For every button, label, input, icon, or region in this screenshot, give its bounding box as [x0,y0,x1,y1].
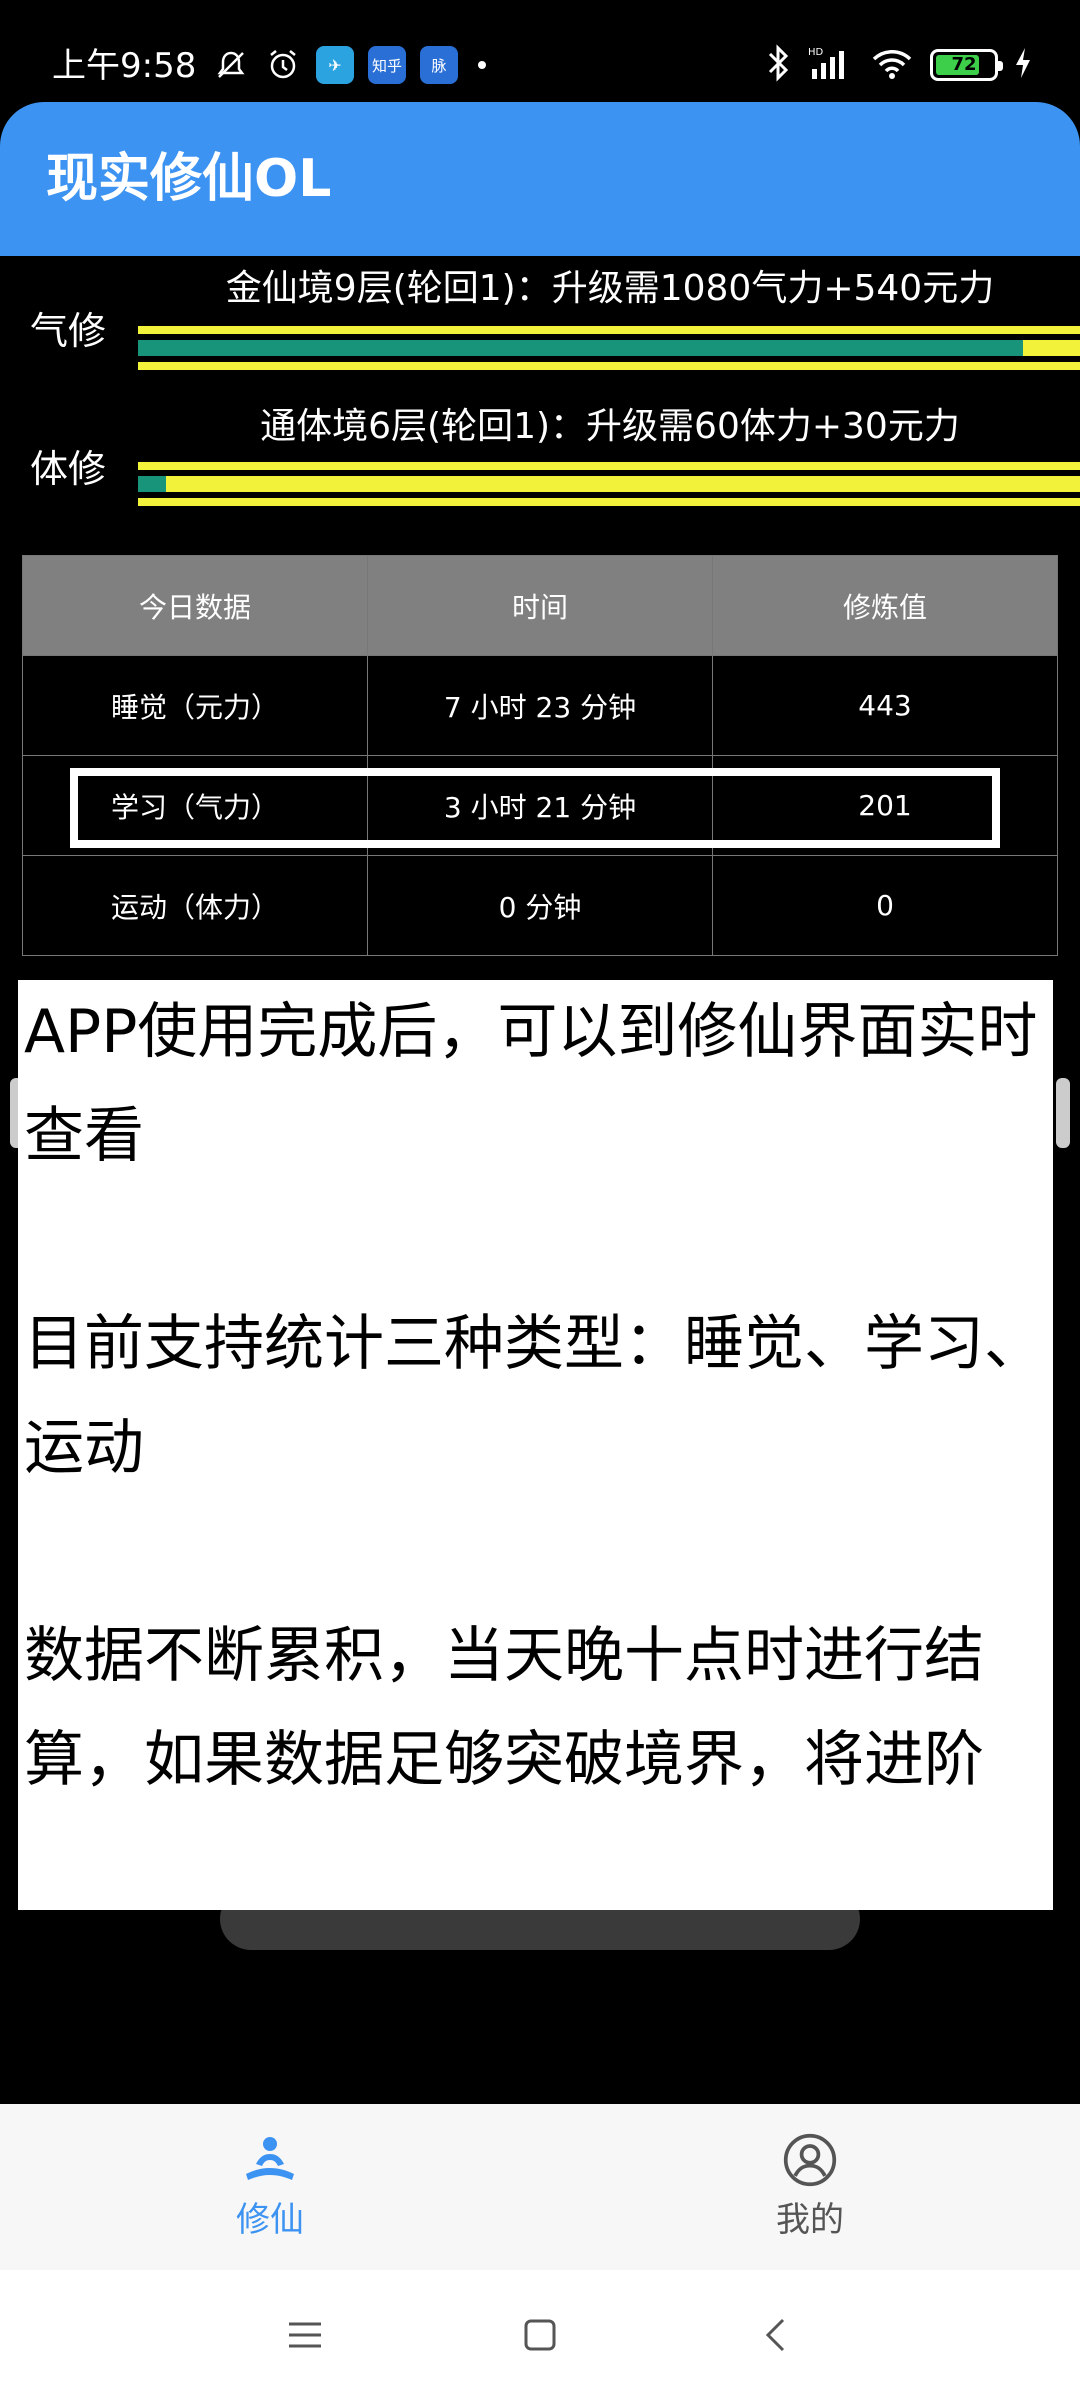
nav-item-cultivate[interactable]: 修仙 [0,2104,540,2270]
profile-icon [782,2132,838,2188]
menu-icon [289,2322,321,2348]
table-cell: 3 小时 21 分钟 [367,755,713,856]
meditation-icon [242,2132,298,2188]
info-paragraph: 目前支持统计三种类型：睡觉、学习、运动 [24,1309,1044,1483]
telegram-icon: ✈ [316,46,354,84]
status-left-icons: ✈ 知乎 脉 [212,46,486,84]
body-cultivation-row: 通体境6层(轮回1)：升级需60体力+30元力 体修 [0,400,1080,530]
table-row: 学习（气力） 3 小时 21 分钟 201 [22,755,1058,856]
body-progress-fill [138,476,167,492]
status-right-icons: HD 72 [766,44,1032,86]
table-cell: 0 分钟 [367,855,713,956]
bottom-nav: 修仙 我的 [0,2104,1080,2270]
svg-text:HD: HD [808,47,824,58]
app-bar: 现实修仙OL [0,102,1080,256]
today-data-table: 今日数据 时间 修炼值 睡觉（元力） 7 小时 23 分钟 443 学习（气力）… [22,555,1058,956]
alarm-icon [264,46,302,84]
bluetooth-icon [766,44,792,86]
table-cell: 学习（气力） [22,755,368,856]
nav-label-cultivate: 修仙 [236,2200,304,2240]
mute-icon [212,46,250,84]
back-button[interactable] [745,2305,805,2365]
info-paragraph: 数据不断累积，当天晚十点时进行结算，如果数据足够突破境界，将进阶 [24,1621,984,1795]
table-header-row: 今日数据 时间 修炼值 [22,555,1058,656]
table-row: 睡觉（元力） 7 小时 23 分钟 443 [22,655,1058,756]
status-time: 上午9:58 [52,46,197,86]
info-paragraph: APP使用完成后，可以到修仙界面实时查看 [24,997,1038,1171]
table-cell: 443 [712,655,1058,756]
table-header: 时间 [367,555,713,656]
status-bar: 上午9:58 ✈ 知乎 脉 HD 72 [0,0,1080,100]
nav-label-mine: 我的 [776,2200,844,2240]
system-nav-bar [0,2270,1080,2400]
info-panel[interactable]: APP使用完成后，可以到修仙界面实时查看 目前支持统计三种类型：睡觉、学习、运动… [18,980,1053,1910]
home-square-icon [524,2319,556,2351]
table-cell: 201 [712,755,1058,856]
app-title: 现实修仙OL [46,149,332,209]
signal-icon: HD [808,45,854,85]
table-header: 今日数据 [22,555,368,656]
battery-icon: 72 [930,49,1003,81]
wifi-icon [870,45,914,85]
notification-dot-icon [478,61,486,69]
scroll-handle-right[interactable] [1056,1078,1070,1148]
nav-item-mine[interactable]: 我的 [540,2104,1080,2270]
body-cultivation-title: 通体境6层(轮回1)：升级需60体力+30元力 [260,406,960,447]
charging-icon [1014,46,1032,84]
qi-progress-bar [138,326,1080,370]
qi-cultivation-label: 气修 [30,309,107,353]
table-cell: 睡觉（元力） [22,655,368,756]
table-row: 运动（体力） 0 分钟 0 [22,855,1058,956]
table-cell: 7 小时 23 分钟 [367,655,713,756]
menu-button[interactable] [275,2305,335,2365]
body-progress-bar [138,462,1080,506]
back-chevron-icon [765,2318,785,2352]
table-header: 修炼值 [712,555,1058,656]
table-cell: 运动（体力） [22,855,368,956]
qi-cultivation-row: 金仙境9层(轮回1)：升级需1080气力+540元力 气修 [0,262,1080,392]
body-cultivation-label: 体修 [30,447,107,491]
battery-level: 72 [951,54,977,75]
home-button[interactable] [510,2305,570,2365]
zhihu-icon: 知乎 [368,46,406,84]
qi-progress-fill [138,340,1024,356]
mai-icon: 脉 [420,46,458,84]
qi-cultivation-title: 金仙境9层(轮回1)：升级需1080气力+540元力 [225,268,995,309]
table-cell: 0 [712,855,1058,956]
